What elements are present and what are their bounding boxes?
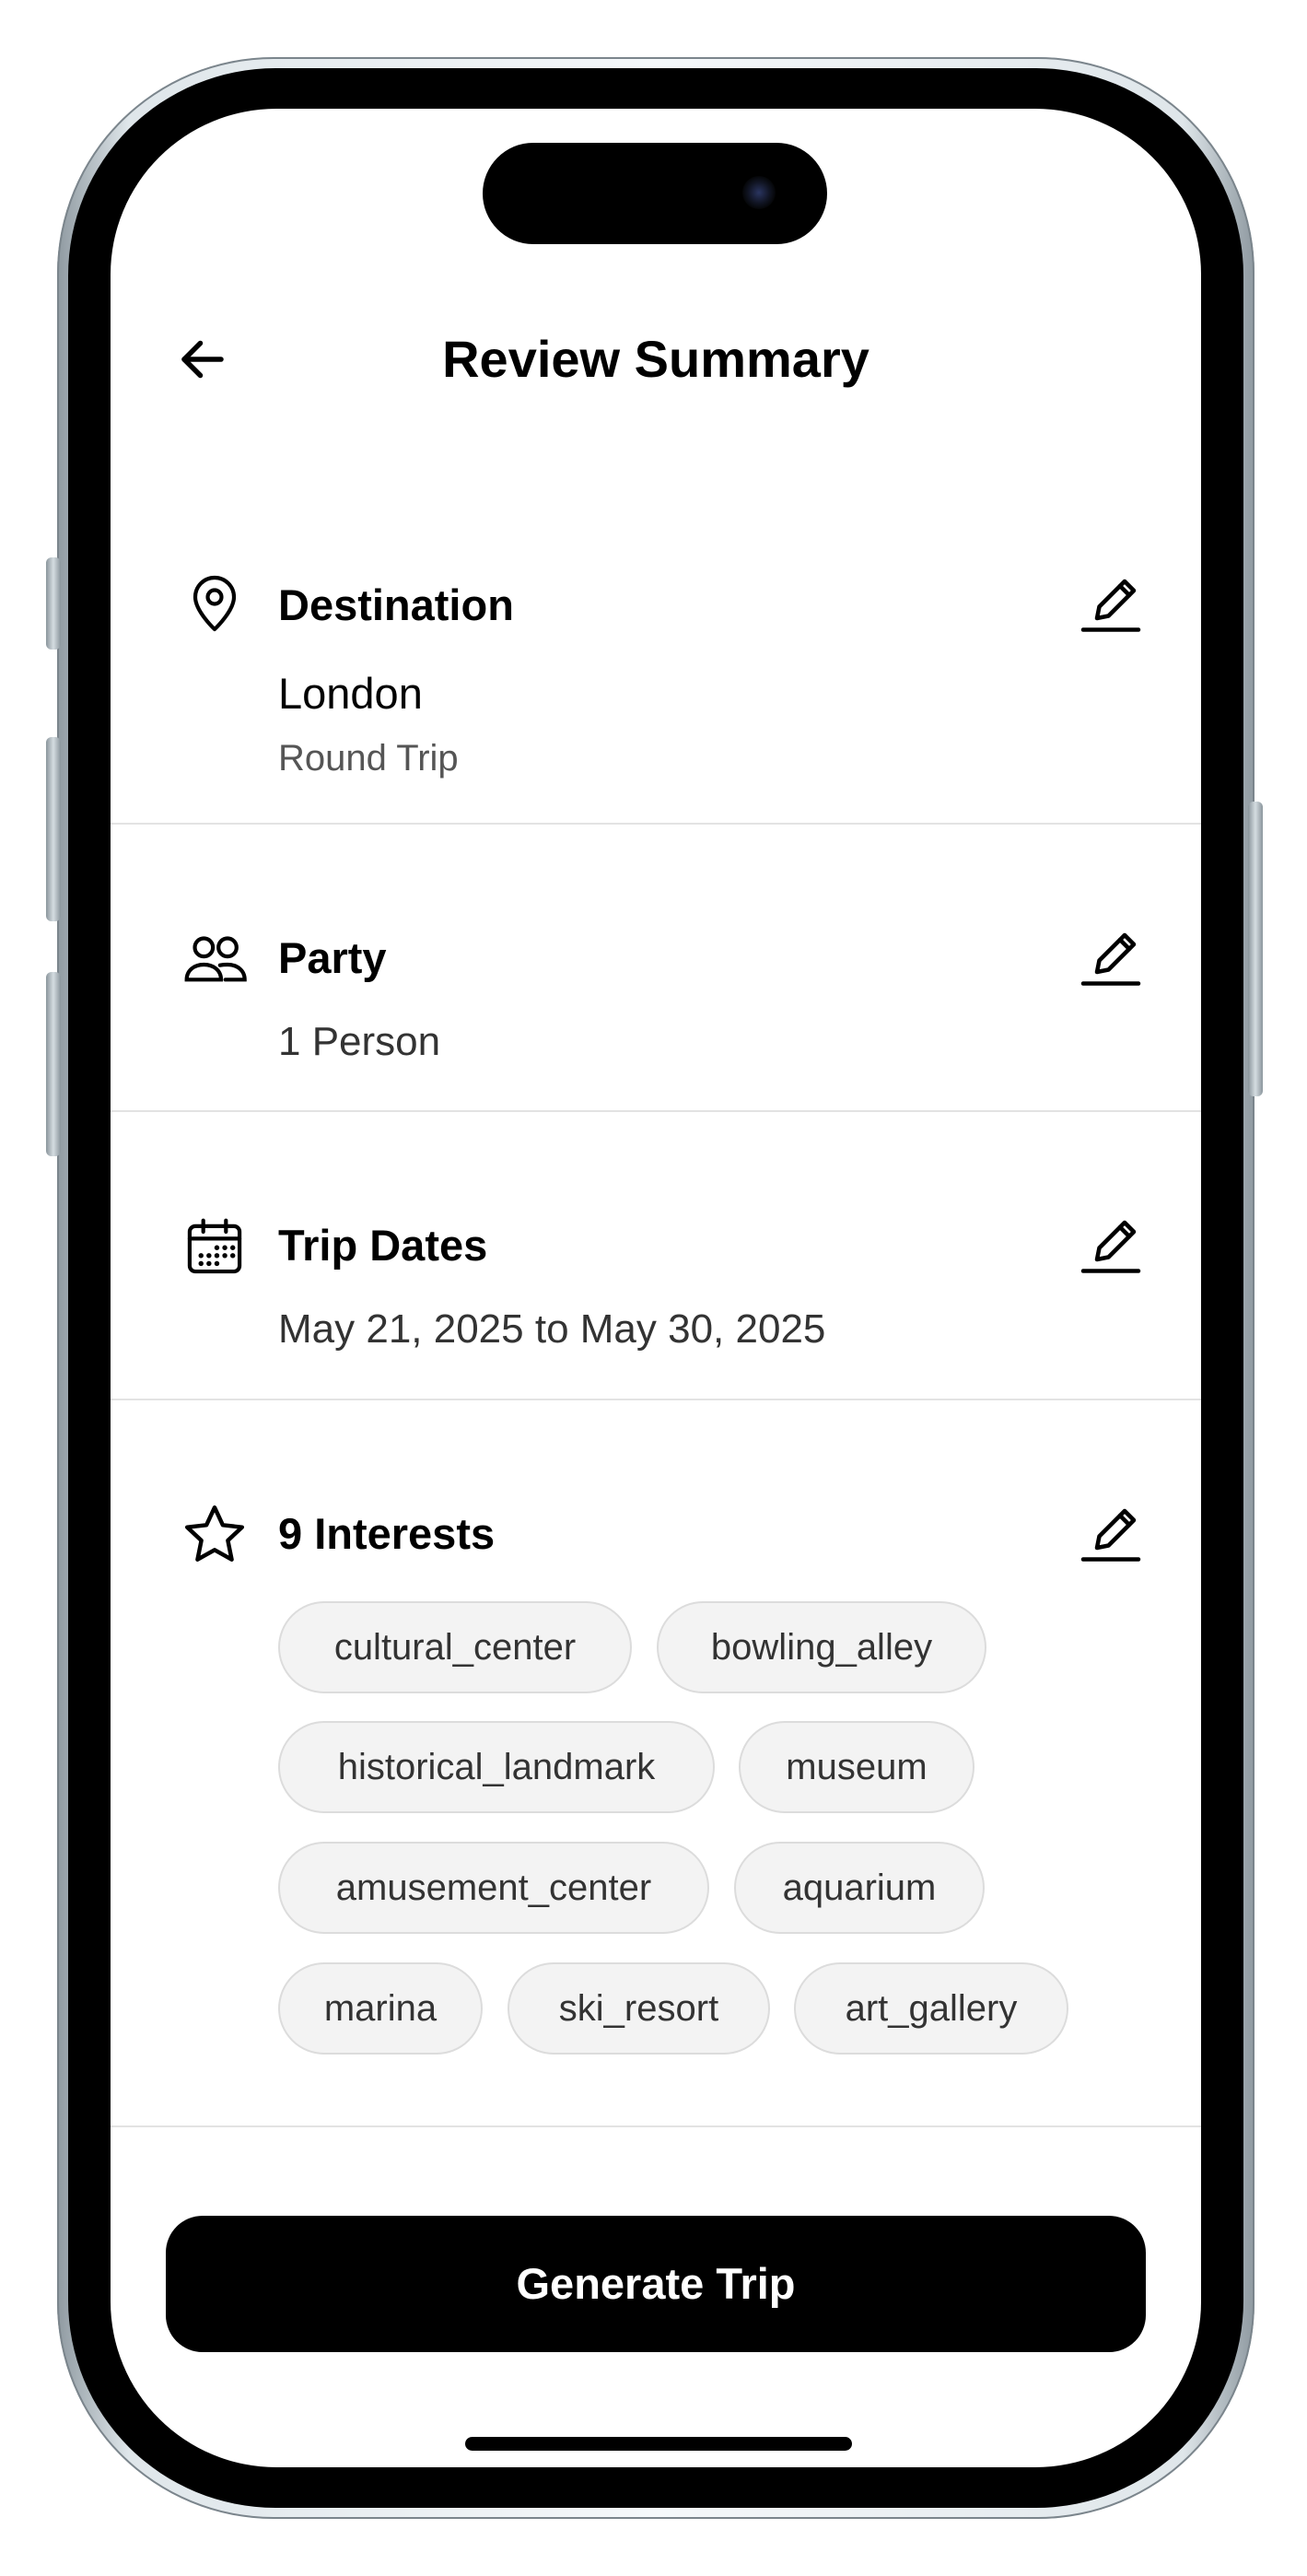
edit-dates-button[interactable] [1076, 1211, 1146, 1281]
map-pin-icon [182, 571, 247, 636]
party-value: 1 Person [278, 1019, 441, 1064]
pencil-icon [1080, 1508, 1141, 1562]
interest-chip: museum [739, 1721, 974, 1813]
interest-chip: historical_landmark [278, 1721, 715, 1813]
dates-title: Trip Dates [278, 1221, 488, 1270]
power-button [1248, 802, 1263, 1096]
edit-party-button[interactable] [1076, 923, 1146, 993]
page-title: Review Summary [442, 330, 869, 388]
trip-type-value: Round Trip [278, 738, 459, 779]
interest-chip: cultural_center [278, 1601, 632, 1693]
divider [111, 823, 1201, 825]
volume-up-button [46, 737, 61, 921]
interest-chip: marina [278, 1962, 483, 2055]
dates-value: May 21, 2025 to May 30, 2025 [278, 1306, 826, 1352]
edit-destination-button[interactable] [1076, 569, 1146, 639]
screen [111, 109, 1201, 2467]
edit-interests-button[interactable] [1076, 1499, 1146, 1569]
generate-trip-button[interactable]: Generate Trip [166, 2216, 1146, 2352]
interest-chip: ski_resort [508, 1962, 770, 2055]
destination-value: London [278, 669, 423, 718]
party-title: Party [278, 933, 387, 982]
destination-title: Destination [278, 580, 514, 629]
users-icon [182, 926, 247, 990]
dynamic-island [483, 143, 827, 244]
action-button [46, 557, 61, 650]
interest-chip: art_gallery [794, 1962, 1068, 2055]
calendar-icon [182, 1214, 247, 1279]
volume-down-button [46, 972, 61, 1156]
camera-lens [742, 176, 776, 209]
pencil-icon [1080, 932, 1141, 986]
pencil-icon [1080, 579, 1141, 632]
interest-chip: bowling_alley [657, 1601, 986, 1693]
pencil-icon [1080, 1220, 1141, 1273]
divider [111, 1110, 1201, 1112]
interest-chip: amusement_center [278, 1842, 709, 1934]
divider [111, 2125, 1201, 2127]
interests-title: 9 Interests [278, 1509, 496, 1558]
star-icon [182, 1502, 247, 1566]
home-indicator[interactable] [465, 2437, 852, 2451]
divider [111, 1399, 1201, 1400]
interest-chip: aquarium [734, 1842, 985, 1934]
